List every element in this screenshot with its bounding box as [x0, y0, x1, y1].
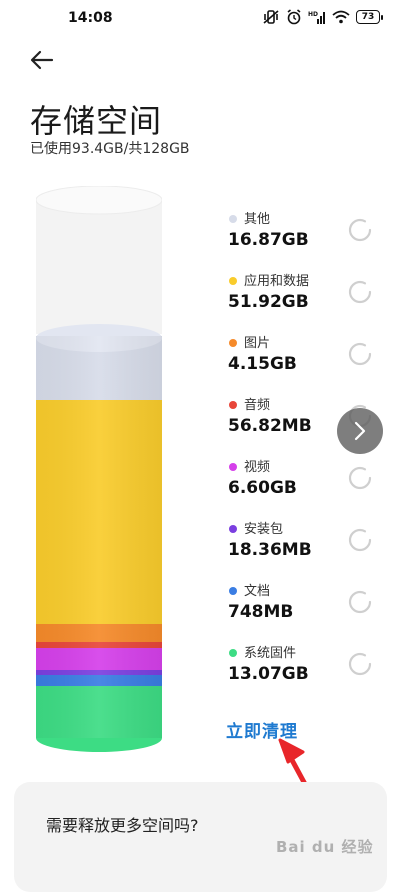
legend-size: 18.36MB [228, 540, 312, 560]
loading-spinner-icon [348, 342, 372, 366]
legend-label: 图片 [244, 336, 271, 351]
legend-item-apk[interactable]: 安装包 18.36MB [228, 518, 398, 570]
legend-label: 安装包 [244, 522, 284, 537]
legend-dot [229, 587, 237, 595]
loading-spinner-icon [348, 590, 372, 614]
legend-size: 13.07GB [228, 664, 309, 684]
legend-size: 6.60GB [228, 478, 297, 498]
legend-item-apps-data[interactable]: 应用和数据 51.92GB [228, 270, 398, 322]
svg-text:HD: HD [308, 11, 318, 18]
chevron-right-icon [354, 421, 366, 441]
legend-size: 16.87GB [228, 230, 309, 250]
watermark: Bai du 经验 [276, 838, 374, 856]
loading-spinner-icon [348, 528, 372, 552]
legend-dot [229, 463, 237, 471]
legend-item-system[interactable]: 系统固件 13.07GB [228, 642, 398, 694]
legend-dot [229, 339, 237, 347]
legend-dot [229, 401, 237, 409]
legend-item-images[interactable]: 图片 4.15GB [228, 332, 398, 384]
loading-spinner-icon [348, 652, 372, 676]
loading-spinner-icon [348, 466, 372, 490]
status-icons: HD 73 [262, 9, 383, 25]
loading-spinner-icon [348, 218, 372, 242]
legend-size: 4.15GB [228, 354, 297, 374]
legend-dot [229, 525, 237, 533]
legend-item-video[interactable]: 视频 6.60GB [228, 456, 398, 508]
legend-label: 系统固件 [244, 646, 297, 661]
signal-icon: HD [308, 11, 325, 24]
legend-dot [229, 215, 237, 223]
storage-cylinder [36, 186, 162, 752]
legend-dot [229, 277, 237, 285]
legend-label: 视频 [244, 460, 271, 475]
legend-size: 56.82MB [228, 416, 312, 436]
legend-label: 音频 [244, 398, 271, 413]
status-time: 14:08 [68, 10, 113, 26]
legend-item-other[interactable]: 其他 16.87GB [228, 208, 398, 260]
legend-size: 748MB [228, 602, 294, 622]
wifi-icon [332, 10, 350, 24]
legend-dot [229, 649, 237, 657]
battery-level: 73 [356, 10, 380, 24]
legend-size: 51.92GB [228, 292, 309, 312]
legend-label: 其他 [244, 212, 271, 227]
battery-icon: 73 [356, 10, 383, 24]
suggestion-text: 需要释放更多空间吗? [46, 816, 199, 835]
legend-item-documents[interactable]: 文档 748MB [228, 580, 398, 632]
legend-label: 应用和数据 [244, 274, 310, 289]
legend-label: 文档 [244, 584, 271, 599]
arrow-left-icon [30, 50, 54, 70]
vibrate-off-icon [263, 10, 279, 24]
page-title: 存储空间 [30, 102, 163, 140]
clean-now-button[interactable]: 立即清理 [226, 717, 298, 742]
cylinder-top [36, 186, 162, 215]
next-page-button[interactable] [337, 408, 383, 454]
status-bar: 14:08 HD 73 [0, 0, 405, 38]
usage-summary: 已使用93.4GB/共128GB [30, 141, 190, 157]
cylinder-free-segment [36, 198, 162, 334]
loading-spinner-icon [348, 280, 372, 304]
alarm-icon [287, 9, 301, 25]
back-button[interactable] [28, 46, 58, 74]
